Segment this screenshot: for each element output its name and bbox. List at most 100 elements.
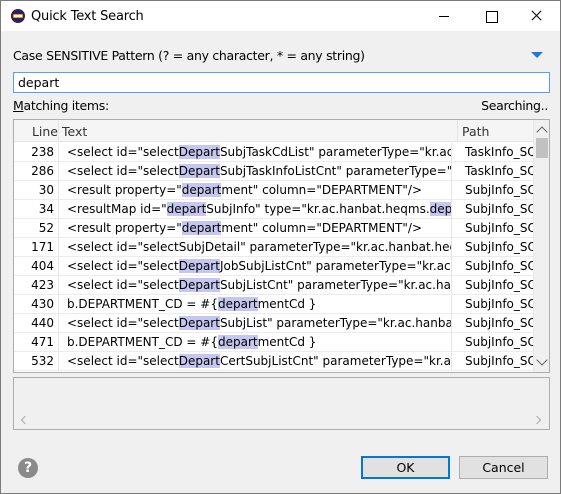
result-path: SubjInfo_SQ xyxy=(465,297,533,311)
result-line-number: 30 xyxy=(38,183,54,197)
result-text-segment: <select id="select xyxy=(67,164,179,178)
result-row[interactable]: 471 b.DEPARTMENT_CD = #{departmentCd } Sub… xyxy=(14,333,533,352)
result-row[interactable]: 30 <result property="department" column="… xyxy=(14,181,533,200)
result-line-number: 440 xyxy=(31,316,54,330)
result-line-number: 430 xyxy=(31,297,54,311)
match-highlight: depart xyxy=(429,202,451,216)
result-text: <select id="selectDepartJobSubjListCnt" … xyxy=(58,257,452,275)
result-line-number: 532 xyxy=(31,354,54,368)
match-highlight: Depart xyxy=(178,164,220,178)
result-text-segment: SubjList" parameterType="kr.ac.hanbat.he… xyxy=(219,316,451,330)
ok-button[interactable]: OK xyxy=(361,456,450,479)
search-status: Searching.. xyxy=(481,98,548,113)
match-highlight: depart xyxy=(217,297,258,311)
title-bar[interactable]: Quick Text Search xyxy=(1,1,560,31)
result-text-segment: <result property=" xyxy=(67,183,182,197)
maximize-icon[interactable] xyxy=(467,1,513,31)
result-path: SubjInfo_SQ xyxy=(465,221,533,235)
result-path: SubjInfo_SQ xyxy=(465,278,533,292)
detail-horizontal-scrollbar[interactable] xyxy=(14,412,549,429)
pattern-label: Case SENSITIVE Pattern (? = any characte… xyxy=(13,48,365,63)
scroll-thumb[interactable] xyxy=(536,138,548,158)
result-row[interactable]: 430 b.DEPARTMENT_CD = #{departmentCd } Sub… xyxy=(14,295,533,314)
match-highlight: Depart xyxy=(178,259,220,273)
scroll-left-arrow-icon[interactable] xyxy=(20,415,30,425)
result-text-segment: JobSubjListCnt" parameterType="kr.ac.han… xyxy=(219,259,451,273)
result-row[interactable]: 171 <select id="selectSubjDetail" paramet… xyxy=(14,238,533,257)
result-path: TaskInfo_SQ xyxy=(465,164,533,178)
detail-text-area[interactable] xyxy=(14,378,549,408)
minimize-icon[interactable] xyxy=(421,1,467,31)
column-divider[interactable] xyxy=(58,120,59,142)
result-path: SubjInfo_SQ xyxy=(465,240,533,254)
result-line-number: 238 xyxy=(31,145,54,159)
result-text: <select id="selectDepartSubjTaskInfoList… xyxy=(58,162,452,180)
result-text-segment: ment" column="DEPARTMENT"/> xyxy=(221,221,422,235)
matching-items-mnemonic: M xyxy=(13,98,24,113)
result-line-number: 286 xyxy=(31,164,54,178)
match-highlight: Depart xyxy=(178,316,220,330)
result-text-segment: ment" column="DEPARTMENT"/> xyxy=(221,183,422,197)
result-text-segment: <result property=" xyxy=(67,221,182,235)
result-row[interactable]: 52 <result property="department" column="… xyxy=(14,219,533,238)
column-header-text[interactable]: Text xyxy=(62,124,87,139)
result-text-segment: <select id="select xyxy=(67,354,179,368)
result-row[interactable]: 404 <select id="selectDepartJobSubjListCn… xyxy=(14,257,533,276)
view-menu-dropdown-icon[interactable] xyxy=(531,52,543,58)
help-icon[interactable]: ? xyxy=(18,458,38,478)
result-path: SubjInfo_SQ xyxy=(465,354,533,368)
result-path: TaskInfo_SQ xyxy=(465,145,533,159)
result-row[interactable]: 440 <select id="selectDepartSubjList" par… xyxy=(14,314,533,333)
result-line-number: 171 xyxy=(31,240,54,254)
result-text-segment: SubjTaskCdList" parameterType="kr.ac.han… xyxy=(219,145,452,159)
results-rows: 238 <select id="selectDepartSubjTaskCdLis… xyxy=(14,143,533,371)
eclipse-app-icon xyxy=(11,9,25,23)
result-text: <select id="selectDepartSubjTaskCdList" … xyxy=(58,143,452,161)
scroll-down-arrow-icon[interactable] xyxy=(536,354,548,366)
scroll-right-arrow-icon[interactable] xyxy=(532,415,542,425)
result-text-segment: <resultMap id=" xyxy=(67,202,167,216)
result-text: <select id="selectDepartSubjListCnt" par… xyxy=(58,276,452,294)
result-text-segment: <select id="select xyxy=(67,316,179,330)
close-icon[interactable] xyxy=(513,1,559,31)
result-line-number: 471 xyxy=(31,335,54,349)
column-header-path[interactable]: Path xyxy=(462,124,489,139)
result-row[interactable]: 238 <select id="selectDepartSubjTaskCdLis… xyxy=(14,143,533,162)
result-text: <result property="department" column="DE… xyxy=(58,219,452,237)
result-text-segment: <select id="select xyxy=(67,278,179,292)
scroll-up-arrow-icon[interactable] xyxy=(536,126,548,138)
result-text: b.DEPARTMENT_CD = #{departmentCd } xyxy=(58,295,452,313)
result-text: <select id="selectDepartSubjList" parame… xyxy=(58,314,452,332)
result-text: <select id="selectDepartCertSubjListCnt"… xyxy=(58,352,452,370)
result-text-segment: <select id="select xyxy=(67,145,179,159)
results-table[interactable]: Line Text Path 238 <select id="selectDepa… xyxy=(13,119,550,373)
result-path: SubjInfo_SQ xyxy=(465,183,533,197)
result-row[interactable]: 532 <select id="selectDepartCertSubjListC… xyxy=(14,352,533,371)
column-header-line[interactable]: Line xyxy=(14,124,58,139)
result-text-segment: mentCd } xyxy=(257,335,317,349)
result-row[interactable]: 34 <resultMap id="departSubjInfo" type="k… xyxy=(14,200,533,219)
column-divider[interactable] xyxy=(457,120,458,142)
quick-text-search-dialog: Quick Text Search Case SENSITIVE Pattern… xyxy=(0,0,561,494)
result-line-number: 34 xyxy=(38,202,54,216)
result-text-segment: <select id="selectSubjDetail" parameterT… xyxy=(67,240,452,254)
result-path: SubjInfo_SQ xyxy=(465,316,533,330)
match-highlight: depart xyxy=(166,202,207,216)
result-text-segment: b.DEPARTMENT_CD = #{ xyxy=(67,335,218,349)
cancel-button[interactable]: Cancel xyxy=(459,456,548,479)
match-highlight: Depart xyxy=(178,278,220,292)
window-title: Quick Text Search xyxy=(31,9,144,24)
result-text-segment: SubjTaskInfoListCnt" parameterType="kr.a… xyxy=(219,164,452,178)
result-text: <resultMap id="departSubjInfo" type="kr.… xyxy=(58,200,452,218)
result-row[interactable]: 423 <select id="selectDepartSubjListCnt" … xyxy=(14,276,533,295)
result-text-segment: b.DEPARTMENT_CD = #{ xyxy=(67,297,218,311)
result-row[interactable]: 286 <select id="selectDepartSubjTaskInfoL… xyxy=(14,162,533,181)
result-text-segment: CertSubjListCnt" parameterType="kr.ac.ha… xyxy=(219,354,451,368)
result-text-segment: mentCd } xyxy=(257,297,317,311)
results-vertical-scrollbar[interactable] xyxy=(533,120,549,372)
match-highlight: Depart xyxy=(178,354,220,368)
search-pattern-input[interactable] xyxy=(13,72,550,93)
match-highlight: depart xyxy=(217,335,258,349)
matching-items-label: Matching items: xyxy=(13,98,109,113)
matching-items-text: atching items: xyxy=(23,98,110,113)
